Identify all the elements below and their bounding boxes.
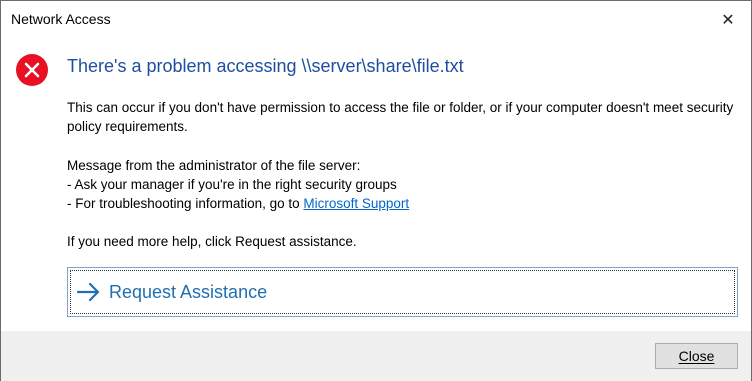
request-assistance-label: Request Assistance [109, 282, 268, 302]
microsoft-support-link[interactable]: Microsoft Support [303, 196, 409, 211]
window-title: Network Access [11, 11, 111, 27]
dialog-body: This can occur if you don't have permiss… [67, 98, 737, 251]
admin-message: Message from the administrator of the fi… [67, 156, 737, 213]
request-assistance-button[interactable]: Request Assistance [67, 267, 738, 317]
close-button[interactable]: Close [655, 343, 738, 369]
close-button-label: Close [678, 348, 715, 364]
error-icon [16, 54, 48, 86]
help-text: If you need more help, click Request ass… [67, 234, 357, 249]
admin-line-prefix: - For troubleshooting information, go to [67, 196, 304, 211]
close-icon[interactable]: ✕ [705, 1, 751, 38]
title-bar: Network Access ✕ [1, 1, 751, 38]
admin-message-line: - Ask your manager if you're in the righ… [67, 177, 397, 192]
admin-message-label: Message from the administrator of the fi… [67, 158, 361, 173]
admin-message-line-with-link: - For troubleshooting information, go to… [67, 194, 737, 213]
dialog-footer: Close [1, 331, 751, 381]
dialog-window: Network Access ✕ There's a problem acces… [0, 0, 752, 381]
dialog-heading: There's a problem accessing \\server\sha… [67, 56, 464, 76]
description-text: This can occur if you don't have permiss… [67, 100, 734, 134]
arrow-right-icon [77, 282, 100, 302]
